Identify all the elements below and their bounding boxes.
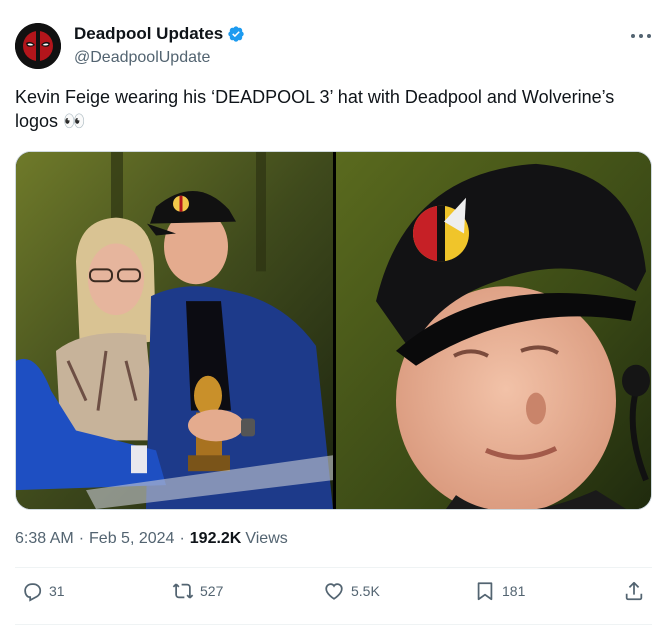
share-icon bbox=[625, 581, 643, 601]
like-count: 5.5K bbox=[351, 583, 380, 599]
tweet-text: Kevin Feige wearing his ‘DEADPOOL 3’ hat… bbox=[15, 87, 615, 131]
action-bar: 31 527 5.5K 181 bbox=[15, 580, 655, 612]
bookmark-button[interactable]: 181 bbox=[474, 580, 525, 602]
views-label: Views bbox=[245, 530, 288, 547]
tweet-header: Deadpool Updates @DeadpoolUpdate bbox=[15, 18, 655, 74]
bookmark-icon bbox=[477, 582, 493, 601]
name-row: Deadpool Updates bbox=[74, 24, 245, 44]
share-button[interactable] bbox=[623, 580, 651, 602]
tweet-meta: 6:38 AM · Feb 5, 2024 · 192.2K Views bbox=[15, 530, 288, 548]
photo-kevin-feige-closeup[interactable] bbox=[336, 152, 651, 509]
bookmark-count: 181 bbox=[502, 583, 526, 599]
author-display-name[interactable]: Deadpool Updates bbox=[74, 24, 223, 44]
repost-button[interactable]: 527 bbox=[172, 580, 223, 602]
reply-count: 31 bbox=[49, 583, 65, 599]
meta-separator: · bbox=[78, 530, 85, 547]
reply-icon bbox=[24, 583, 42, 602]
tweet-time[interactable]: 6:38 AM bbox=[15, 530, 74, 548]
meta-separator: · bbox=[179, 530, 185, 547]
deadpool-mask-icon bbox=[15, 23, 61, 69]
photo-kevin-feige-award[interactable] bbox=[16, 152, 333, 509]
repost-count: 527 bbox=[200, 583, 224, 599]
divider bbox=[15, 624, 652, 625]
reply-button[interactable]: 31 bbox=[21, 580, 65, 602]
media-grid bbox=[15, 151, 652, 510]
heart-icon bbox=[325, 583, 343, 600]
divider bbox=[15, 567, 652, 568]
author-handle[interactable]: @DeadpoolUpdate bbox=[74, 49, 210, 67]
verified-badge-icon bbox=[227, 25, 245, 43]
avatar[interactable] bbox=[15, 23, 61, 69]
repost-icon bbox=[172, 583, 194, 599]
views-count: 192.2K bbox=[189, 530, 242, 547]
more-options-icon[interactable] bbox=[629, 26, 653, 46]
like-button[interactable]: 5.5K bbox=[323, 580, 380, 602]
tweet-date[interactable]: Feb 5, 2024 bbox=[89, 530, 174, 548]
